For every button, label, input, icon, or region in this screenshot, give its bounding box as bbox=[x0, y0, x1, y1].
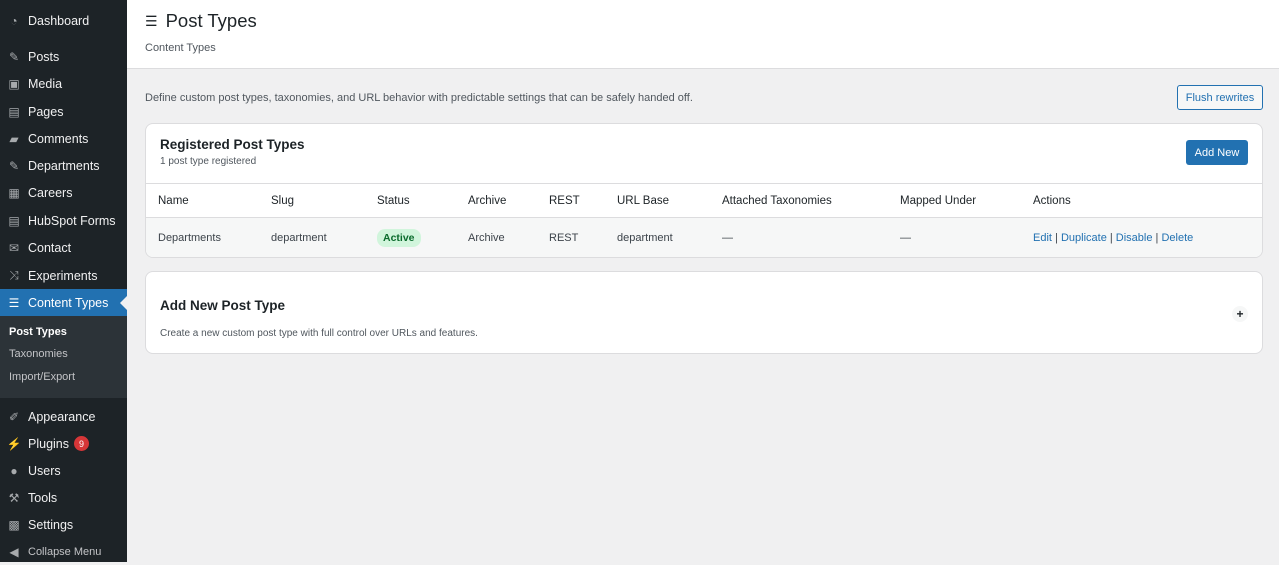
pin-icon: ✎ bbox=[8, 158, 20, 173]
sidebar-item-label: Departments bbox=[28, 158, 100, 173]
update-count-badge: 9 bbox=[74, 436, 89, 451]
column-header: Mapped Under bbox=[900, 195, 977, 207]
submenu-item[interactable]: Taxonomies bbox=[9, 348, 68, 360]
sidebar-item-label: Experiments bbox=[28, 268, 98, 283]
column-header: Slug bbox=[271, 195, 295, 207]
cell-rest: REST bbox=[549, 232, 579, 244]
action-disable[interactable]: Disable bbox=[1116, 232, 1153, 244]
collapse-icon: ◀ bbox=[9, 544, 19, 559]
card-description: Create a new custom post type with full … bbox=[160, 328, 478, 339]
column-header: Attached Taxonomies bbox=[722, 195, 832, 207]
sidebar-item-label: Plugins bbox=[28, 436, 69, 451]
table-row: Departments department Active Archive REST de… bbox=[146, 217, 1262, 257]
add-new-post-type-card[interactable]: Add New Post Type Create a new custom po… bbox=[145, 271, 1263, 354]
sidebar-item-posts[interactable]: ✎ Posts bbox=[0, 43, 127, 70]
cell-mapped: — bbox=[900, 232, 911, 244]
careers-icon: ▦ bbox=[8, 185, 20, 200]
wrench-icon: ⚒ bbox=[8, 490, 20, 505]
comment-icon: ▰ bbox=[9, 131, 19, 146]
column-header: Actions bbox=[1033, 195, 1071, 207]
sidebar-item-dashboard[interactable]: ◔ Dashboard bbox=[0, 7, 127, 34]
mail-icon: ✉ bbox=[8, 240, 20, 255]
row-actions: Edit | Duplicate | Disable | Delete bbox=[1033, 232, 1194, 244]
sidebar-item-media[interactable]: ▣ Media bbox=[0, 70, 127, 97]
database-icon: ☰ bbox=[145, 12, 158, 29]
column-header: URL Base bbox=[617, 195, 669, 207]
sidebar-item-pages[interactable]: ▤ Pages bbox=[0, 98, 127, 125]
table-header: Name Slug Status Archive REST URL Base Attache… bbox=[146, 183, 1262, 218]
action-duplicate[interactable]: Duplicate bbox=[1061, 232, 1107, 244]
submenu-item[interactable]: Import/Export bbox=[9, 371, 75, 383]
column-header: Archive bbox=[468, 195, 507, 207]
page-subtitle: Content Types bbox=[145, 42, 216, 54]
sidebar-item-label: Careers bbox=[28, 185, 73, 200]
sidebar-item-settings[interactable]: ▩ Settings bbox=[0, 511, 127, 538]
sidebar-item-label: Appearance bbox=[28, 409, 96, 424]
add-new-button[interactable]: Add New bbox=[1186, 140, 1248, 165]
sidebar-item-comments[interactable]: ▰ Comments bbox=[0, 125, 127, 152]
sidebar-item-hubspot-forms[interactable]: ▤ HubSpot Forms bbox=[0, 207, 127, 234]
sidebar-item-collapse-menu[interactable]: ◀ Collapse Menu bbox=[0, 538, 127, 565]
sidebar-item-label: Posts bbox=[28, 49, 60, 64]
cell-name: Departments bbox=[158, 232, 221, 244]
sidebar-item-plugins[interactable]: ⚡ Plugins 9 bbox=[0, 430, 127, 457]
action-edit[interactable]: Edit bbox=[1033, 232, 1052, 244]
cell-archive: Archive bbox=[468, 232, 505, 244]
page-title: ☰ Post Types bbox=[145, 10, 257, 31]
sidebar-item-label: Comments bbox=[28, 131, 89, 146]
sidebar-item-departments[interactable]: ✎ Departments bbox=[0, 152, 127, 179]
card-title: Registered Post Types bbox=[160, 137, 305, 152]
database-icon: ☰ bbox=[8, 295, 20, 310]
form-icon: ▤ bbox=[8, 213, 20, 228]
shuffle-icon: ⤨ bbox=[9, 268, 19, 282]
sidebar-item-label: Settings bbox=[28, 517, 74, 532]
brush-icon: ✐ bbox=[8, 409, 20, 424]
sidebar-item-label: Users bbox=[28, 463, 61, 478]
sidebar-item-label: Dashboard bbox=[28, 13, 90, 28]
sidebar-item-label: Content Types bbox=[28, 295, 109, 310]
media-icon: ▣ bbox=[8, 76, 20, 91]
cell-taxonomies: — bbox=[722, 232, 733, 244]
column-header: Status bbox=[377, 195, 410, 207]
sidebar-item-label: HubSpot Forms bbox=[28, 213, 116, 228]
admin-sidebar: ◔ Dashboard ✎ Posts ▣ Media ▤ Pages ▰ Comments ✎ De… bbox=[0, 0, 127, 562]
plugin-icon: ⚡ bbox=[6, 436, 22, 451]
submenu-item[interactable]: Post Types bbox=[9, 326, 67, 338]
registered-post-types-card: Registered Post Types 1 post type regist… bbox=[145, 123, 1263, 258]
sidebar-item-appearance[interactable]: ✐ Appearance bbox=[0, 403, 127, 430]
sidebar-item-label: Collapse Menu bbox=[28, 545, 102, 558]
pages-icon: ▤ bbox=[8, 104, 20, 119]
page-description: Define custom post types, taxonomies, an… bbox=[145, 92, 693, 104]
cell-url_base: department bbox=[617, 232, 673, 244]
sidebar-item-experiments[interactable]: ⤨ Experiments bbox=[0, 262, 127, 289]
sidebar-item-label: Media bbox=[28, 76, 63, 91]
column-header: REST bbox=[549, 195, 580, 207]
submenu: Post Types Taxonomies Import/Export bbox=[0, 316, 127, 398]
user-icon: ● bbox=[10, 463, 18, 478]
cell-status: Active bbox=[377, 229, 421, 247]
sidebar-item-label: Pages bbox=[28, 104, 64, 119]
sidebar-item-label: Contact bbox=[28, 240, 72, 255]
cell-slug: department bbox=[271, 232, 327, 244]
sidebar-item-careers[interactable]: ▦ Careers bbox=[0, 179, 127, 206]
settings-icon: ▩ bbox=[8, 517, 20, 532]
page-header: ☰ Post Types Content Types bbox=[127, 0, 1279, 69]
flush-rewrites-button[interactable]: Flush rewrites bbox=[1177, 85, 1263, 110]
expand-icon[interactable]: + bbox=[1232, 306, 1248, 322]
card-title: Add New Post Type bbox=[160, 298, 286, 313]
column-header: Name bbox=[158, 195, 189, 207]
sidebar-item-tools[interactable]: ⚒ Tools bbox=[0, 484, 127, 511]
sidebar-item-label: Tools bbox=[28, 490, 58, 505]
sidebar-item-contact[interactable]: ✉ Contact bbox=[0, 234, 127, 261]
status-badge: Active bbox=[377, 229, 421, 247]
pin-icon: ✎ bbox=[8, 49, 20, 64]
card-count: 1 post type registered bbox=[160, 156, 257, 167]
dashboard-icon: ◔ bbox=[10, 13, 18, 28]
action-delete[interactable]: Delete bbox=[1161, 232, 1193, 244]
sidebar-item-content-types[interactable]: ☰ Content Types bbox=[0, 289, 127, 316]
sidebar-item-users[interactable]: ● Users bbox=[0, 457, 127, 484]
